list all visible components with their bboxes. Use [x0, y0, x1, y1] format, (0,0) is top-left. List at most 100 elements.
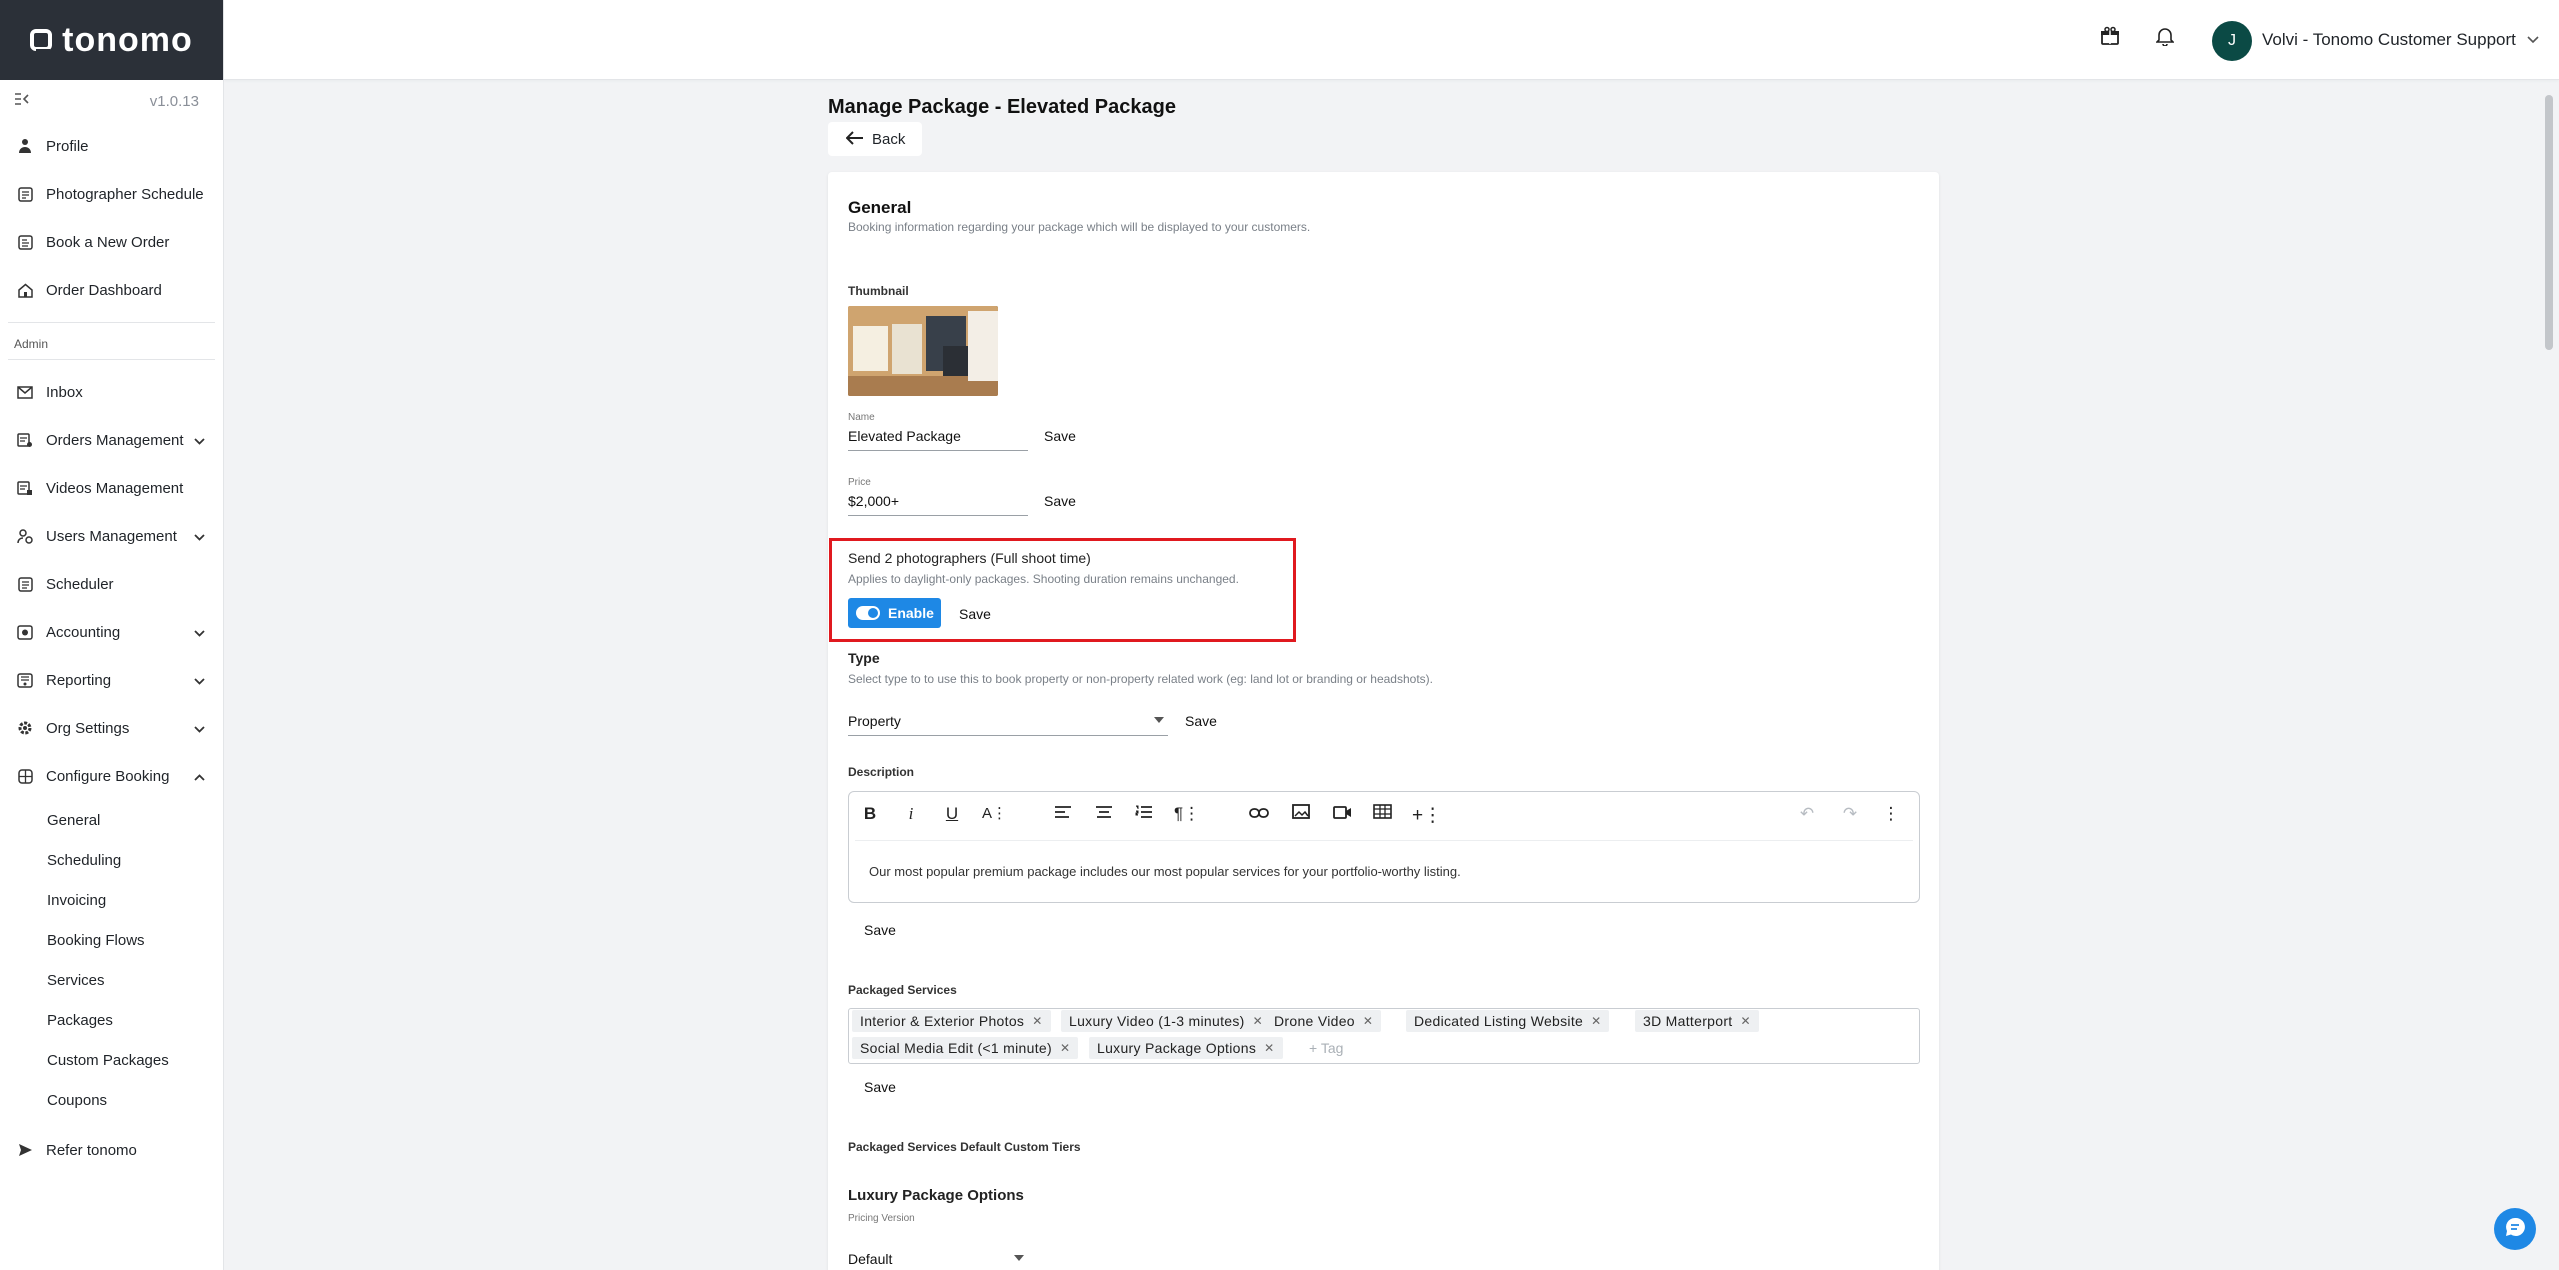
- chevron-down-icon[interactable]: [194, 673, 205, 688]
- remove-tag-icon[interactable]: ✕: [1363, 1014, 1373, 1028]
- sidebar-top: v1.0.13: [0, 80, 223, 122]
- sidebar-item-accounting[interactable]: Accounting: [0, 608, 223, 656]
- submenu-item-custom-packages[interactable]: Custom Packages: [0, 1040, 223, 1080]
- sidebar-item-orders-management[interactable]: Orders Management: [0, 416, 223, 464]
- collapse-sidebar-icon[interactable]: [14, 92, 30, 110]
- name-field[interactable]: Elevated Package: [848, 428, 1028, 451]
- chevron-up-icon[interactable]: [194, 769, 205, 784]
- font-size-icon[interactable]: A⋮: [982, 804, 1007, 822]
- logo-text: tonomo: [62, 20, 193, 59]
- sidebar-item-users-management[interactable]: Users Management: [0, 512, 223, 560]
- save-type-button[interactable]: Save: [1185, 713, 1217, 729]
- chat-button[interactable]: [2494, 1208, 2536, 1250]
- insert-more-icon[interactable]: +⋮: [1412, 804, 1442, 827]
- user-name[interactable]: Volvi - Tonomo Customer Support: [2262, 30, 2516, 50]
- ordered-list-icon[interactable]: [1133, 804, 1155, 824]
- align-left-icon[interactable]: [1052, 804, 1074, 824]
- description-text[interactable]: Our most popular premium package include…: [869, 864, 1461, 879]
- submenu-item-scheduling[interactable]: Scheduling: [0, 840, 223, 880]
- sidebar: tonomo v1.0.13 Profile Photographer Sche…: [0, 0, 224, 1270]
- sidebar-item-org-settings[interactable]: Org Settings: [0, 704, 223, 752]
- image-icon[interactable]: [1290, 804, 1312, 824]
- sidebar-item-refer-tonomo[interactable]: Refer tonomo: [0, 1126, 223, 1174]
- remove-tag-icon[interactable]: ✕: [1253, 1014, 1263, 1028]
- type-select[interactable]: Property: [848, 713, 1168, 736]
- submenu-item-packages[interactable]: Packages: [0, 1000, 223, 1040]
- sidebar-item-videos-management[interactable]: Videos Management: [0, 464, 223, 512]
- save-name-button[interactable]: Save: [1044, 428, 1076, 444]
- submenu-item-general[interactable]: General: [0, 800, 223, 840]
- chevron-down-icon[interactable]: [194, 625, 205, 640]
- sidebar-nav-main: Profile Photographer Schedule Book a New…: [0, 122, 223, 314]
- link-icon[interactable]: [1248, 804, 1270, 824]
- remove-tag-icon[interactable]: ✕: [1032, 1014, 1042, 1028]
- more-vertical-icon[interactable]: ⋮: [1880, 804, 1902, 824]
- editor-divider: [855, 840, 1913, 841]
- person-icon: [16, 137, 34, 155]
- scrollbar-thumb[interactable]: [2545, 95, 2553, 350]
- remove-tag-icon[interactable]: ✕: [1591, 1014, 1601, 1028]
- gift-icon[interactable]: [2100, 26, 2120, 46]
- scheduler-icon: [16, 575, 34, 593]
- chevron-down-icon[interactable]: [194, 433, 205, 448]
- logo[interactable]: tonomo: [0, 0, 223, 80]
- submenu-item-services[interactable]: Services: [0, 960, 223, 1000]
- sidebar-item-label: Book a New Order: [46, 233, 170, 251]
- sidebar-item-configure-booking[interactable]: Configure Booking: [0, 752, 223, 800]
- undo-icon[interactable]: ↶: [1796, 804, 1818, 824]
- paragraph-icon[interactable]: ¶⋮: [1174, 804, 1200, 824]
- remove-tag-icon[interactable]: ✕: [1741, 1014, 1751, 1028]
- service-tag: Dedicated Listing Website ✕: [1406, 1010, 1610, 1032]
- save-description-button[interactable]: Save: [864, 922, 896, 938]
- remove-tag-icon[interactable]: ✕: [1060, 1041, 1070, 1055]
- sidebar-item-label: Refer tonomo: [46, 1141, 137, 1159]
- submenu-item-invoicing[interactable]: Invoicing: [0, 880, 223, 920]
- pricing-version-label: Pricing Version: [848, 1213, 915, 1224]
- sidebar-item-inbox[interactable]: Inbox: [0, 368, 223, 416]
- video-insert-icon[interactable]: [1331, 804, 1353, 824]
- users-icon: [16, 527, 34, 545]
- mail-icon: [16, 383, 34, 401]
- sidebar-divider: [8, 322, 215, 323]
- sidebar-item-order-dashboard[interactable]: Order Dashboard: [0, 266, 223, 314]
- chevron-down-icon[interactable]: [194, 721, 205, 736]
- service-tag: 3D Matterport ✕: [1635, 1010, 1759, 1032]
- bell-icon[interactable]: [2155, 26, 2176, 47]
- thumbnail-image[interactable]: [848, 306, 998, 396]
- submenu-item-booking-flows[interactable]: Booking Flows: [0, 920, 223, 960]
- back-button[interactable]: Back: [828, 122, 922, 156]
- description-editor[interactable]: B i U A⋮ ¶⋮ +⋮ ↶ ↷ ⋮ Our most popular pr…: [848, 791, 1920, 903]
- align-center-icon[interactable]: [1093, 804, 1115, 824]
- video-icon: [16, 479, 34, 497]
- add-tag-input[interactable]: + Tag: [1309, 1040, 1343, 1056]
- home-icon: [16, 281, 34, 299]
- sidebar-item-profile[interactable]: Profile: [0, 122, 223, 170]
- save-price-button[interactable]: Save: [1044, 493, 1076, 509]
- bold-icon[interactable]: B: [859, 804, 881, 824]
- name-label: Name: [848, 412, 875, 423]
- avatar[interactable]: J: [2212, 21, 2252, 61]
- sidebar-item-reporting[interactable]: Reporting: [0, 656, 223, 704]
- remove-tag-icon[interactable]: ✕: [1264, 1041, 1274, 1055]
- caret-down-icon: [1014, 1255, 1024, 1261]
- price-field[interactable]: $2,000+: [848, 493, 1028, 516]
- book-order-icon: [16, 233, 34, 251]
- sidebar-item-book-new-order[interactable]: Book a New Order: [0, 218, 223, 266]
- sidebar-item-label: Order Dashboard: [46, 281, 162, 299]
- submenu-item-coupons[interactable]: Coupons: [0, 1080, 223, 1120]
- top-header: J Volvi - Tonomo Customer Support: [224, 0, 2559, 80]
- table-icon[interactable]: [1371, 804, 1393, 824]
- save-services-button[interactable]: Save: [864, 1079, 896, 1095]
- redo-icon[interactable]: ↷: [1839, 804, 1861, 824]
- back-label: Back: [872, 130, 906, 148]
- packaged-services-tags[interactable]: Interior & Exterior Photos ✕ Luxury Video…: [848, 1008, 1920, 1064]
- chevron-down-icon[interactable]: [2527, 31, 2539, 47]
- underline-icon[interactable]: U: [941, 804, 963, 824]
- sidebar-item-scheduler[interactable]: Scheduler: [0, 560, 223, 608]
- italic-icon[interactable]: i: [900, 804, 922, 824]
- chat-icon: [2504, 1216, 2526, 1243]
- sidebar-item-label: Inbox: [46, 383, 83, 401]
- chevron-down-icon[interactable]: [194, 529, 205, 544]
- pricing-version-select[interactable]: Default: [848, 1251, 1028, 1270]
- sidebar-item-photographer-schedule[interactable]: Photographer Schedule: [0, 170, 223, 218]
